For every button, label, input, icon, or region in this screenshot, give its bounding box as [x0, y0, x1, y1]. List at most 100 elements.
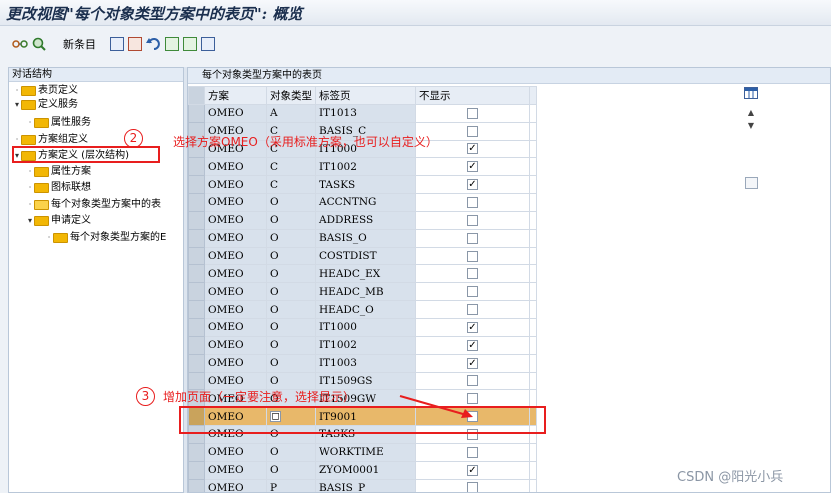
hide-checkbox[interactable]	[467, 196, 478, 208]
tree-expander-icon[interactable]: ▾	[13, 98, 21, 112]
row-selector[interactable]	[188, 246, 205, 266]
scroll-up-icon[interactable]: ▲	[744, 108, 758, 117]
tree-node[interactable]: · 每个对象类型方案的E	[45, 231, 166, 245]
row-selector[interactable]	[188, 157, 205, 177]
hide-checkbox[interactable]	[467, 446, 478, 458]
cell-object-type: O	[266, 317, 316, 337]
col-header-tab-page[interactable]: 标签页	[315, 86, 416, 105]
tree-expander-icon[interactable]: ·	[26, 198, 34, 212]
find-icon[interactable]	[31, 36, 47, 52]
hide-checkbox[interactable]	[467, 232, 478, 244]
row-selector[interactable]	[188, 335, 205, 355]
hide-checkbox[interactable]	[467, 125, 478, 137]
col-header-scheme[interactable]: 方案	[204, 86, 267, 105]
tree-expander-icon[interactable]: ▾	[26, 214, 34, 228]
row-selector[interactable]	[188, 317, 205, 337]
row-selector[interactable]	[188, 264, 205, 284]
folder-icon	[34, 216, 49, 226]
tree-node[interactable]: · 属性服务	[26, 116, 91, 130]
hide-checkbox[interactable]	[467, 286, 478, 298]
row-selector[interactable]	[188, 442, 205, 462]
table-row[interactable]: OMEO O HEADC_EX	[188, 264, 537, 284]
table-row[interactable]: OMEO O IT1003 ✓	[188, 353, 537, 373]
row-selector[interactable]	[188, 300, 205, 319]
copy-icon[interactable]	[110, 36, 124, 52]
cell-scheme: OMEO	[204, 228, 267, 248]
deselect-all-icon[interactable]	[201, 36, 215, 52]
table-row[interactable]: OMEO P BASIS_P	[188, 478, 537, 492]
cell-scheme: OMEO	[204, 210, 267, 230]
col-header-hide[interactable]: 不显示	[415, 86, 530, 105]
scroll-down-icon[interactable]: ▼	[744, 121, 758, 130]
select-all-icon[interactable]	[165, 36, 179, 52]
hide-checkbox[interactable]	[467, 107, 478, 119]
table-row[interactable]: OMEO O BASIS_O	[188, 228, 537, 248]
row-selector[interactable]	[188, 353, 205, 373]
cell-tab-page: ZYOM0001	[315, 460, 416, 480]
row-selector[interactable]	[188, 175, 205, 195]
tree-node[interactable]: ▾ 定义服务	[13, 98, 78, 112]
tree-expander-icon[interactable]: ·	[26, 116, 34, 130]
tree-expander-icon[interactable]: ·	[45, 231, 53, 245]
hide-checkbox[interactable]	[467, 250, 478, 262]
tree-node[interactable]: · 属性方案	[26, 165, 91, 179]
table-row[interactable]: OMEO O HEADC_MB	[188, 282, 537, 302]
new-entries-button[interactable]: 新条目	[63, 36, 96, 52]
hide-checkbox[interactable]: ✓	[467, 339, 478, 351]
cell-object-type: O	[266, 460, 316, 480]
table-row[interactable]: OMEO O ADDRESS	[188, 210, 537, 230]
table-row[interactable]: OMEO O HEADC_O	[188, 300, 537, 319]
table-row[interactable]: OMEO C IT1002 ✓	[188, 157, 537, 177]
table-row[interactable]: OMEO O WORKTIME	[188, 442, 537, 462]
annotation-note-3: 增加页面（一定要注意，选择显示）	[163, 390, 356, 404]
row-selector[interactable]	[188, 103, 205, 123]
row-selector[interactable]	[188, 460, 205, 480]
hide-checkbox[interactable]: ✓	[467, 464, 478, 476]
select-all-corner[interactable]	[188, 86, 205, 105]
tree-expander-icon[interactable]: ·	[13, 84, 21, 98]
row-selector[interactable]	[188, 282, 205, 302]
tree-node[interactable]: · 方案组定义	[13, 133, 88, 147]
hide-checkbox[interactable]: ✓	[467, 357, 478, 369]
hide-checkbox[interactable]	[467, 304, 478, 316]
tree-expander-icon[interactable]: ·	[26, 165, 34, 179]
tree-expander-icon[interactable]: ·	[13, 133, 21, 147]
table-settings-icon[interactable]	[744, 87, 758, 99]
hide-checkbox[interactable]: ✓	[467, 161, 478, 173]
table-row[interactable]: OMEO C TASKS ✓	[188, 175, 537, 195]
hide-checkbox[interactable]: ✓	[467, 321, 478, 333]
hide-checkbox[interactable]	[467, 375, 478, 387]
hide-checkbox[interactable]: ✓	[467, 143, 478, 155]
table-row[interactable]: OMEO O IT1000 ✓	[188, 317, 537, 337]
row-selector[interactable]	[188, 478, 205, 492]
table-row[interactable]: OMEO O IT1002 ✓	[188, 335, 537, 355]
tree-expander-icon[interactable]: ·	[26, 181, 34, 195]
cell-spacer	[529, 335, 537, 355]
tree-node[interactable]: · 表页定义	[13, 84, 78, 98]
col-header-object-type[interactable]: 对象类型	[266, 86, 316, 105]
tree-node[interactable]: ▾ 申请定义	[26, 214, 91, 228]
select-block-icon[interactable]	[183, 36, 197, 52]
hide-checkbox[interactable]: ✓	[467, 179, 478, 191]
folder-icon	[34, 118, 49, 128]
row-selector[interactable]	[188, 210, 205, 230]
hide-checkbox[interactable]	[467, 268, 478, 280]
cell-hide: ✓	[415, 335, 530, 355]
table-row[interactable]: OMEO O COSTDIST	[188, 246, 537, 266]
annotation-box-new-row	[179, 406, 546, 434]
tree-node[interactable]: · 图标联想	[26, 181, 91, 195]
row-selector[interactable]	[188, 193, 205, 212]
cell-object-type: P	[266, 478, 316, 492]
tree-node[interactable]: · 每个对象类型方案中的表	[26, 198, 161, 212]
glasses-icon[interactable]	[12, 36, 28, 52]
table-row[interactable]: OMEO O ZYOM0001 ✓	[188, 460, 537, 480]
hide-checkbox[interactable]	[467, 214, 478, 226]
details-icon[interactable]	[128, 36, 142, 52]
row-selector[interactable]	[188, 228, 205, 248]
table-row[interactable]: OMEO O ACCNTNG	[188, 193, 537, 212]
undo-icon[interactable]	[146, 36, 162, 52]
cell-spacer	[529, 460, 537, 480]
table-row[interactable]: OMEO A IT1013	[188, 103, 537, 123]
hide-checkbox[interactable]	[467, 482, 478, 492]
vertical-scrollbar-thumb[interactable]	[745, 177, 758, 189]
